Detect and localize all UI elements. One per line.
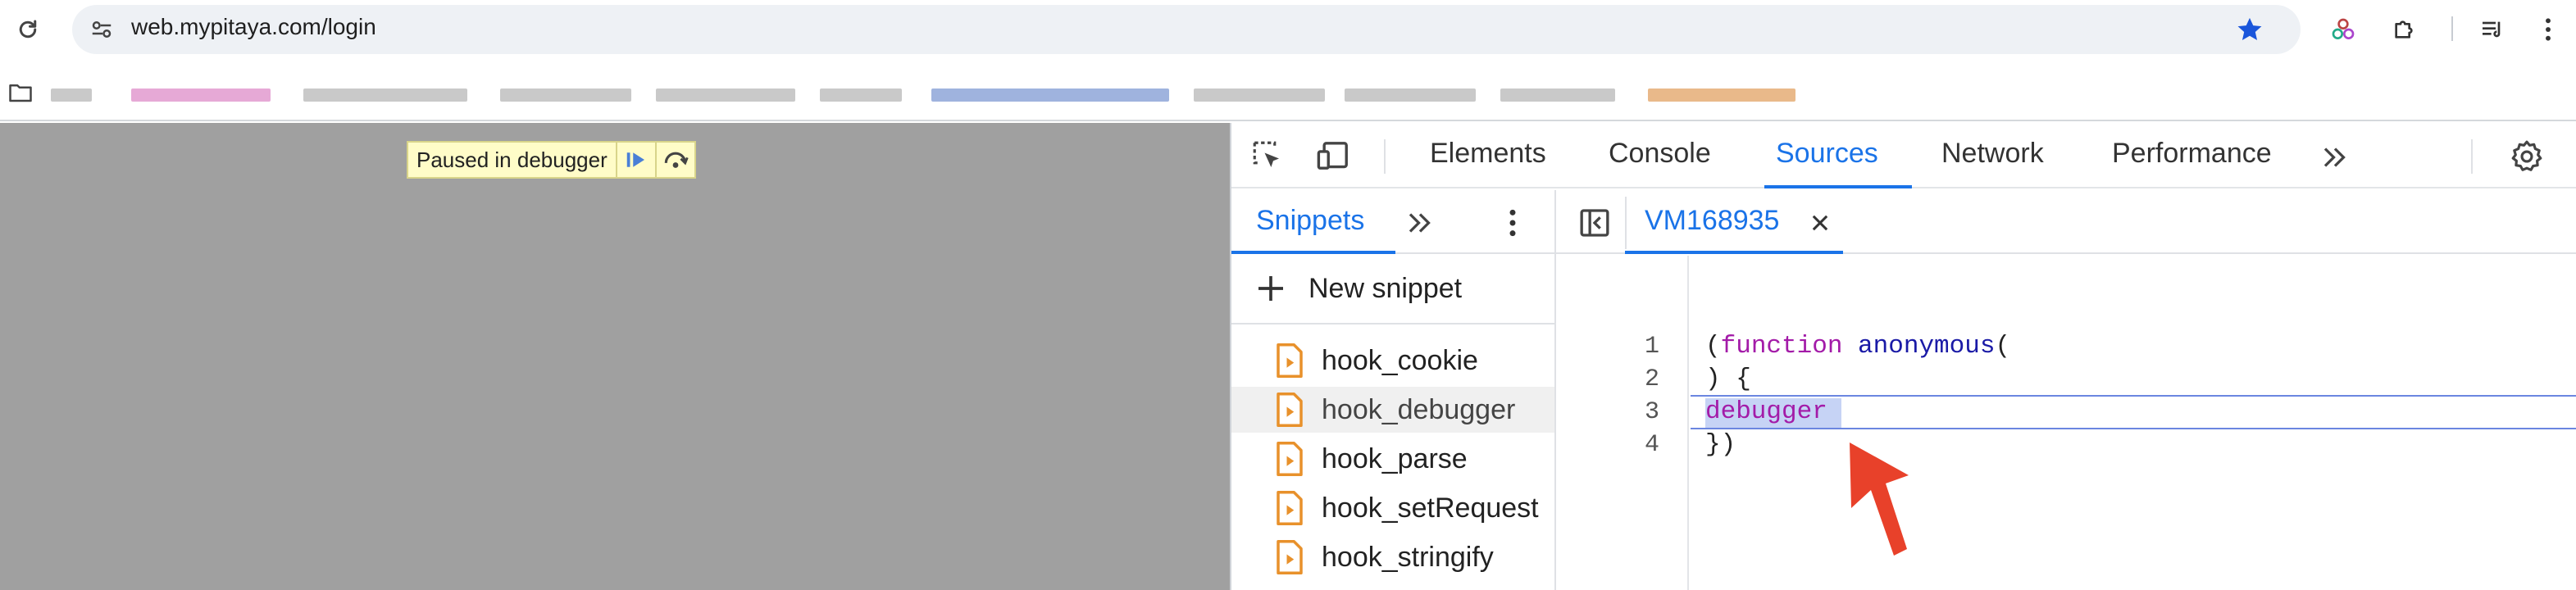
snippet-file-hook-cookie[interactable]: hook_cookie [1276, 338, 1558, 384]
code-token: }) [1705, 430, 1736, 459]
line-number: 4 [1644, 431, 1659, 459]
bookmarks-bar [0, 67, 2576, 121]
step-over-button[interactable] [654, 143, 694, 177]
bookmark-item[interactable] [51, 88, 92, 102]
code-line-2[interactable]: ) { [1705, 365, 1751, 393]
folder-icon[interactable] [7, 79, 34, 107]
navigator-tabs: Snippets [1231, 190, 1556, 254]
toolbar-divider [1625, 197, 1627, 249]
snippet-file-icon [1277, 393, 1303, 427]
step-over-icon [664, 152, 689, 168]
bookmark-item[interactable] [656, 88, 795, 102]
menu-icon[interactable] [2533, 13, 2563, 46]
tab-snippets[interactable]: Snippets [1256, 205, 1364, 237]
bookmark-star-icon[interactable] [2233, 13, 2266, 46]
toolbar-divider [1384, 139, 1386, 174]
browser-toolbar: web.mypitaya.com/login [0, 0, 2576, 59]
snippet-file-name: hook_setRequest [1322, 492, 1539, 524]
code-line-3[interactable]: debugger [1705, 397, 1827, 426]
bookmark-item[interactable] [131, 88, 271, 102]
tab-performance[interactable]: Performance [2112, 138, 2272, 170]
annotation-arrow-icon [1850, 442, 1909, 556]
code-keyword: debugger [1705, 397, 1827, 426]
line-number: 2 [1644, 365, 1659, 393]
plus-icon [1258, 276, 1283, 301]
editor-tab-vm[interactable]: VM168935 [1645, 205, 1779, 237]
page-viewport: Paused in debugger [0, 123, 1230, 590]
editor-tabs: VM168935 [1556, 190, 2576, 254]
snippet-file-icon [1277, 343, 1303, 378]
paused-label: Paused in debugger [416, 147, 608, 172]
code-keyword: function [1720, 332, 1843, 361]
more-options-icon[interactable] [1500, 205, 1525, 241]
navigator-pane: Snippets New snippet hook_cookie hook_de… [1231, 190, 1556, 590]
code-token: ( [1995, 332, 2011, 361]
tab-elements[interactable]: Elements [1430, 138, 1546, 170]
snippet-file-icon [1277, 442, 1303, 476]
toolbar-divider [2451, 16, 2453, 41]
snippet-file-hook-stringify[interactable]: hook_stringify [1276, 534, 1558, 580]
snippet-file-name: hook_debugger [1322, 393, 1516, 425]
new-snippet-button[interactable]: New snippet [1254, 272, 1462, 305]
code-token: ) { [1705, 365, 1751, 393]
code-token: ( [1705, 332, 1721, 361]
snippet-file-hook-debugger[interactable]: hook_debugger [1231, 387, 1554, 433]
line-number: 3 [1644, 398, 1659, 426]
gutter-divider [1687, 256, 1689, 590]
active-tab-indicator [1231, 251, 1395, 254]
snippet-file-name: hook_cookie [1322, 344, 1478, 376]
bookmark-item[interactable] [1194, 88, 1325, 102]
active-tab-indicator [1625, 251, 1843, 254]
extensions-puzzle-icon[interactable] [2387, 13, 2420, 46]
toggle-navigator-icon[interactable] [1576, 205, 1613, 241]
devtools-panel: Elements Console Sources Network Perform… [1230, 123, 2576, 590]
tab-console[interactable]: Console [1609, 138, 1711, 170]
reload-icon[interactable] [13, 15, 43, 44]
line-number: 1 [1644, 333, 1659, 361]
bookmark-item[interactable] [820, 88, 902, 102]
snippet-file-name: hook_parse [1322, 442, 1468, 474]
active-tab-indicator [1764, 185, 1912, 188]
snippet-file-name: hook_stringify [1322, 541, 1494, 573]
code-identifier: anonymous [1858, 332, 1996, 361]
close-tab-icon[interactable] [1805, 208, 1835, 238]
bookmark-item[interactable] [1500, 88, 1615, 102]
snippet-file-icon [1277, 491, 1303, 525]
code-editor: VM168935 1 2 3 4 (function anonymous( ) … [1556, 190, 2576, 590]
more-tabs-chevron-icon[interactable] [1402, 206, 1438, 239]
bookmark-item[interactable] [303, 88, 467, 102]
bookmark-item[interactable] [1648, 88, 1795, 102]
bookmark-item[interactable] [1345, 88, 1476, 102]
paused-in-debugger-overlay: Paused in debugger [407, 141, 696, 179]
media-controls-icon[interactable] [2476, 13, 2509, 46]
inspect-element-icon[interactable] [1248, 138, 1287, 174]
site-settings-icon[interactable] [87, 15, 116, 44]
snippet-file-hook-setrequest[interactable]: hook_setRequest [1276, 485, 1558, 531]
toolbar-divider [2471, 139, 2473, 174]
bookmark-item[interactable] [500, 88, 631, 102]
snippet-file-icon [1277, 540, 1303, 574]
settings-gear-icon[interactable] [2507, 138, 2546, 175]
code-line-4[interactable]: }) [1705, 430, 1736, 459]
bookmark-item[interactable] [931, 88, 1169, 102]
extension-icon[interactable] [2327, 13, 2360, 46]
resume-icon [626, 152, 644, 167]
more-tabs-chevron-icon[interactable] [2317, 141, 2353, 174]
url-text: web.mypitaya.com/login [131, 14, 376, 39]
code-line-1[interactable]: (function anonymous( [1705, 332, 2010, 361]
address-bar[interactable] [72, 5, 2301, 54]
new-snippet-label: New snippet [1308, 272, 1463, 304]
resume-button[interactable] [615, 143, 655, 177]
tab-sources[interactable]: Sources [1776, 138, 1878, 170]
divider [1231, 323, 1554, 324]
devtools-toolbar: Elements Console Sources Network Perform… [1231, 123, 2576, 188]
device-toolbar-icon[interactable] [1313, 138, 1354, 174]
tab-network[interactable]: Network [1941, 138, 2044, 170]
snippet-file-hook-parse[interactable]: hook_parse [1276, 436, 1558, 482]
